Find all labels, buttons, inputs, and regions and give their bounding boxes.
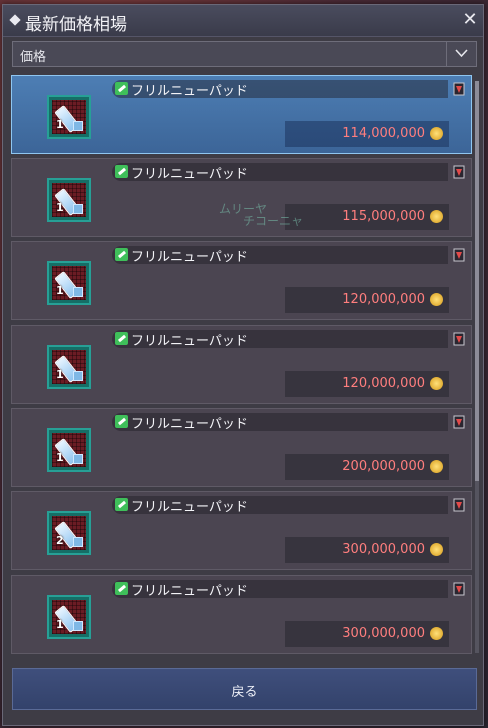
pad-icon: 1 xyxy=(52,350,86,384)
price-box: 120,000,000 xyxy=(285,287,449,313)
item-tag-icon xyxy=(115,165,128,178)
item-tag-icon xyxy=(115,582,128,595)
pad-icon: 1 xyxy=(52,183,86,217)
item-name: フリルニューパッド xyxy=(131,584,248,599)
item-count: 1 xyxy=(56,118,64,131)
grade-icon xyxy=(73,287,83,297)
seller-badge-icon xyxy=(453,164,465,179)
seller-badge-icon xyxy=(453,414,465,429)
overlay-player-name: チコーニャ xyxy=(243,214,304,228)
price-value: 120,000,000 xyxy=(342,376,425,391)
item-name: フリルニューパッド xyxy=(131,417,248,432)
seller-badge-icon xyxy=(453,247,465,262)
price-value: 114,000,000 xyxy=(342,126,425,141)
price-box: 114,000,000 xyxy=(285,121,449,147)
seller-badge-icon xyxy=(453,331,465,346)
listing-row[interactable]: 1 フリルニューパッド 115,000,000 xyxy=(11,158,472,237)
titlebar: 最新価格相場 ✕ xyxy=(3,5,483,37)
item-count: 1 xyxy=(56,201,64,214)
close-button[interactable]: ✕ xyxy=(461,11,479,29)
item-slot[interactable]: 1 xyxy=(47,345,91,389)
listing-row[interactable]: 1 フリルニューパッド 114,000,000 xyxy=(11,75,472,154)
item-slot[interactable]: 1 xyxy=(47,95,91,139)
scrollbar[interactable] xyxy=(475,81,479,653)
seller-badge-icon xyxy=(453,81,465,96)
item-count: 1 xyxy=(56,451,64,464)
grade-icon xyxy=(73,371,83,381)
price-box: 120,000,000 xyxy=(285,371,449,397)
window-title: 最新価格相場 xyxy=(25,15,127,35)
item-name: フリルニューパッド xyxy=(131,500,248,515)
coin-icon xyxy=(430,293,443,306)
item-name: フリルニューパッド xyxy=(131,250,248,265)
listing-row[interactable]: 1 フリルニューパッド 120,000,000 xyxy=(11,241,472,320)
coin-icon xyxy=(430,210,443,223)
item-count: 1 xyxy=(56,368,64,381)
listing-row[interactable]: 1 フリルニューパッド 200,000,000 xyxy=(11,408,472,487)
pad-icon: 1 xyxy=(52,433,86,467)
price-value: 200,000,000 xyxy=(342,459,425,474)
price-value: 300,000,000 xyxy=(342,542,425,557)
grade-icon xyxy=(73,454,83,464)
item-name: フリルニューパッド xyxy=(131,334,248,349)
grade-icon xyxy=(73,537,83,547)
item-count: 1 xyxy=(56,618,64,631)
item-tag-icon xyxy=(115,498,128,511)
item-count: 2 xyxy=(56,534,64,547)
pad-icon: 1 xyxy=(52,600,86,634)
coin-icon xyxy=(430,377,443,390)
coin-icon xyxy=(430,543,443,556)
listing-row[interactable]: 1 フリルニューパッド 120,000,000 xyxy=(11,325,472,404)
item-name: フリルニューパッド xyxy=(131,84,248,99)
coin-icon xyxy=(430,127,443,140)
item-slot[interactable]: 1 xyxy=(47,595,91,639)
item-tag-icon xyxy=(115,415,128,428)
item-tag-icon xyxy=(115,332,128,345)
back-button[interactable]: 戻る xyxy=(12,668,477,710)
market-price-window: 最新価格相場 ✕ 価格 1 フリルニューパッド 114,000,000 1 フリ… xyxy=(2,4,484,726)
item-name: フリルニューパッド xyxy=(131,167,248,182)
grade-icon xyxy=(73,621,83,631)
listing-row[interactable]: 2 フリルニューパッド 300,000,000 xyxy=(11,491,472,570)
item-slot[interactable]: 1 xyxy=(47,178,91,222)
price-box: 300,000,000 xyxy=(285,621,449,647)
item-tag-icon xyxy=(115,248,128,261)
price-box: 200,000,000 xyxy=(285,454,449,480)
diamond-icon xyxy=(9,14,21,26)
listing-row[interactable]: 1 フリルニューパッド 300,000,000 xyxy=(11,575,472,654)
item-slot[interactable]: 2 xyxy=(47,511,91,555)
pad-icon: 1 xyxy=(52,100,86,134)
item-count: 1 xyxy=(56,284,64,297)
pad-icon: 2 xyxy=(52,516,86,550)
price-box: 115,000,000 xyxy=(285,204,449,230)
grade-icon xyxy=(73,121,83,131)
item-slot[interactable]: 1 xyxy=(47,428,91,472)
price-value: 115,000,000 xyxy=(342,209,425,224)
grade-icon xyxy=(73,204,83,214)
price-value: 300,000,000 xyxy=(342,626,425,641)
price-box: 300,000,000 xyxy=(285,537,449,563)
back-button-label: 戻る xyxy=(231,685,258,700)
price-value: 120,000,000 xyxy=(342,292,425,307)
item-slot[interactable]: 1 xyxy=(47,261,91,305)
sort-dropdown[interactable]: 価格 xyxy=(12,41,477,67)
item-tag-icon xyxy=(115,82,128,95)
seller-badge-icon xyxy=(453,497,465,512)
pad-icon: 1 xyxy=(52,266,86,300)
scrollbar-thumb[interactable] xyxy=(475,81,479,481)
chevron-down-icon[interactable] xyxy=(446,42,476,66)
seller-badge-icon xyxy=(453,581,465,596)
coin-icon xyxy=(430,460,443,473)
coin-icon xyxy=(430,627,443,640)
sort-selected-value: 価格 xyxy=(20,50,47,65)
listing-list: 1 フリルニューパッド 114,000,000 1 フリルニューパッド 115,… xyxy=(11,75,472,659)
